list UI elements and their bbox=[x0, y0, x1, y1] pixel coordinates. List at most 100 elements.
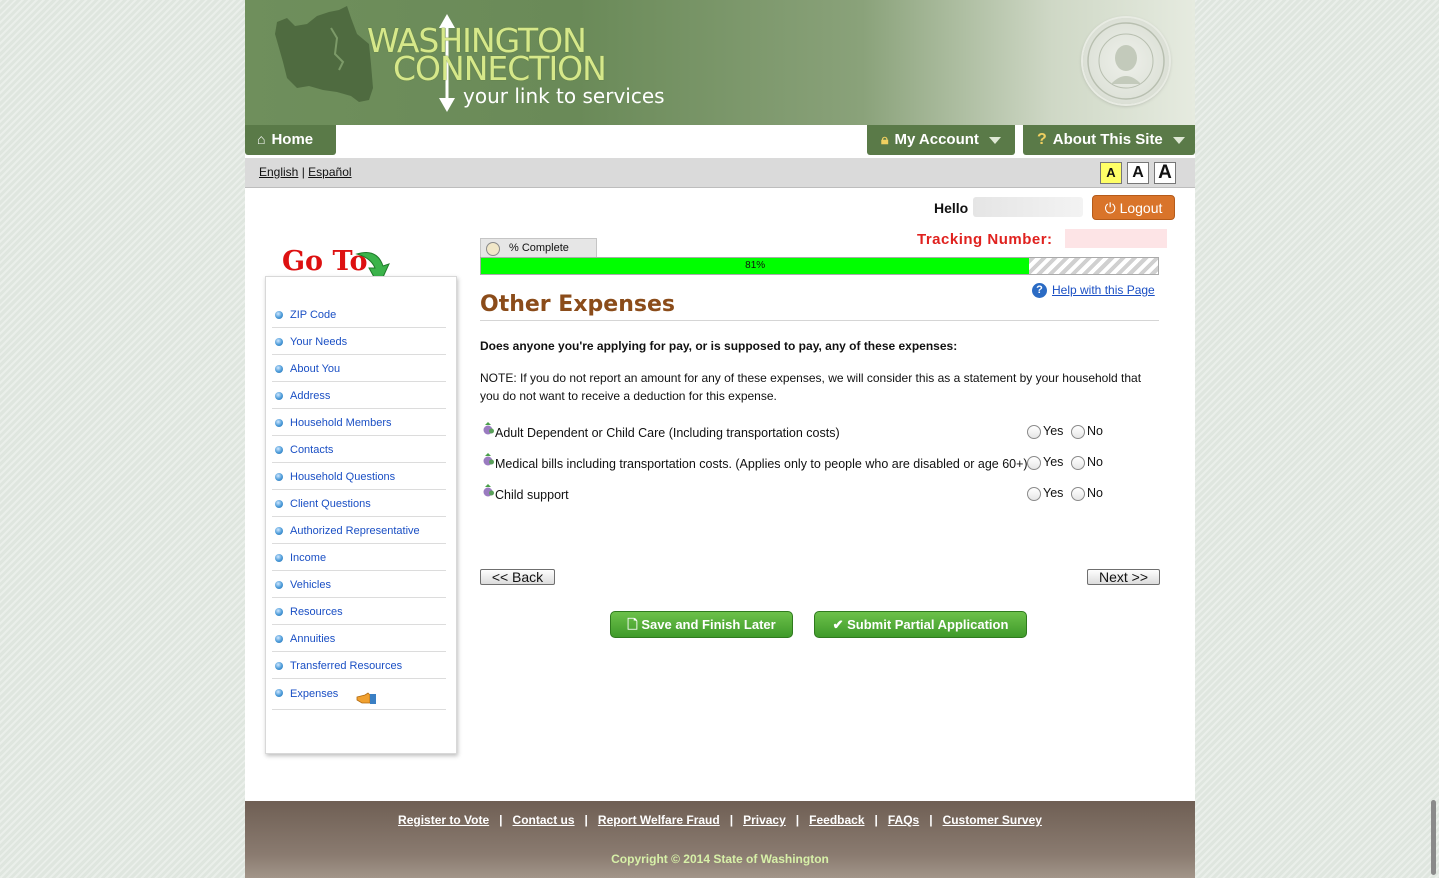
back-button[interactable]: << Back bbox=[480, 569, 555, 585]
chevron-down-icon bbox=[1172, 136, 1185, 144]
no-label: No bbox=[1087, 455, 1103, 469]
bullet-icon bbox=[275, 662, 283, 670]
bullet-icon bbox=[275, 473, 283, 481]
no-radio[interactable] bbox=[1071, 425, 1085, 439]
font-size-large-button[interactable]: A bbox=[1154, 162, 1176, 184]
goto-item[interactable]: Authorized Representative bbox=[272, 517, 446, 544]
goto-item[interactable]: Expenses bbox=[272, 679, 446, 710]
expense-label: Child support bbox=[495, 488, 569, 502]
footer-link[interactable]: Contact us bbox=[513, 813, 575, 827]
goto-item-link[interactable]: Transferred Resources bbox=[290, 660, 402, 672]
goto-item-link[interactable]: Expenses bbox=[290, 688, 338, 700]
bullet-icon bbox=[275, 500, 283, 508]
save-label: Save and Finish Later bbox=[641, 617, 776, 632]
bullet-icon bbox=[275, 608, 283, 616]
goto-item[interactable]: Household Questions bbox=[272, 463, 446, 490]
submit-partial-application-button[interactable]: ✔ Submit Partial Application bbox=[814, 611, 1027, 638]
yes-radio[interactable] bbox=[1027, 487, 1041, 501]
document-icon: 🗋︎ bbox=[627, 617, 638, 632]
goto-item[interactable]: Contacts bbox=[272, 436, 446, 463]
help-link-label[interactable]: Help with this Page bbox=[1052, 283, 1155, 297]
progress-percent: 81% bbox=[745, 260, 766, 271]
font-size-medium-button[interactable]: A bbox=[1127, 162, 1149, 184]
expense-label: Adult Dependent or Child Care (Including… bbox=[495, 426, 840, 440]
goto-item[interactable]: ZIP Code bbox=[272, 301, 446, 328]
goto-item[interactable]: Annuities bbox=[272, 625, 446, 652]
goto-item-link[interactable]: About You bbox=[290, 363, 340, 375]
bullet-icon bbox=[275, 338, 283, 346]
no-radio[interactable] bbox=[1071, 456, 1085, 470]
goto-item[interactable]: About You bbox=[272, 355, 446, 382]
goto-item-link[interactable]: ZIP Code bbox=[290, 309, 336, 321]
footer-link[interactable]: Register to Vote bbox=[398, 813, 489, 827]
yes-radio[interactable] bbox=[1027, 425, 1041, 439]
lang-spanish[interactable]: Español bbox=[308, 165, 351, 179]
money-bag-icon bbox=[483, 484, 494, 497]
progress-tab-label: % Complete bbox=[509, 242, 569, 254]
goto-item-link[interactable]: Your Needs bbox=[290, 336, 347, 348]
goto-item-link[interactable]: Authorized Representative bbox=[290, 525, 420, 537]
bullet-icon bbox=[275, 554, 283, 562]
goto-item[interactable]: Household Members bbox=[272, 409, 446, 436]
goto-item[interactable]: Resources bbox=[272, 598, 446, 625]
progress-fill: 81% bbox=[481, 258, 1030, 274]
goto-item-link[interactable]: Contacts bbox=[290, 444, 333, 456]
yes-label: Yes bbox=[1043, 424, 1064, 438]
money-bag-icon bbox=[483, 453, 494, 466]
expense-row: Adult Dependent or Child Care (Including… bbox=[480, 422, 1160, 445]
footer-link[interactable]: Feedback bbox=[809, 813, 864, 827]
no-label: No bbox=[1087, 486, 1103, 500]
page-scrollbar-thumb[interactable] bbox=[1431, 800, 1436, 875]
goto-item-link[interactable]: Client Questions bbox=[290, 498, 371, 510]
goto-item[interactable]: Income bbox=[272, 544, 446, 571]
money-bag-icon bbox=[483, 422, 494, 435]
goto-item-link[interactable]: Household Members bbox=[290, 417, 392, 429]
lock-icon: 🔒︎ bbox=[881, 131, 889, 147]
footer-link[interactable]: Privacy bbox=[743, 813, 786, 827]
title-divider bbox=[480, 320, 1159, 321]
goto-item[interactable]: Vehicles bbox=[272, 571, 446, 598]
nav-about-this-site[interactable]: ? About This Site bbox=[1023, 125, 1195, 155]
hello-greeting: Hello bbox=[934, 200, 969, 216]
goto-item-link[interactable]: Resources bbox=[290, 606, 343, 618]
goto-sidebar: ZIP Code Your Needs About You Address Househ… bbox=[265, 276, 457, 754]
brand-connection: CONNECTION bbox=[393, 49, 607, 88]
lang-english[interactable]: English bbox=[259, 165, 298, 179]
goto-item-link[interactable]: Income bbox=[290, 552, 326, 564]
goto-item-link[interactable]: Household Questions bbox=[290, 471, 395, 483]
footer-links: Register to Vote | Contact us | Report Welfa… bbox=[245, 813, 1195, 827]
yes-radio[interactable] bbox=[1027, 456, 1041, 470]
footer-link[interactable]: FAQs bbox=[888, 813, 919, 827]
goto-item[interactable]: Transferred Resources bbox=[272, 652, 446, 679]
next-button[interactable]: Next >> bbox=[1087, 569, 1160, 585]
expense-question: Does anyone you're applying for pay, or … bbox=[480, 339, 958, 353]
nav-home[interactable]: ⌂ Home bbox=[245, 125, 336, 155]
goto-item[interactable]: Address bbox=[272, 382, 446, 409]
no-radio[interactable] bbox=[1071, 487, 1085, 501]
goto-item-link[interactable]: Annuities bbox=[290, 633, 335, 645]
font-size-small-button[interactable]: A bbox=[1100, 162, 1122, 184]
goto-item[interactable]: Client Questions bbox=[272, 490, 446, 517]
goto-item[interactable]: Your Needs bbox=[272, 328, 446, 355]
logout-button[interactable]: ⏻ Logout bbox=[1092, 195, 1175, 220]
nav-my-account[interactable]: 🔒︎ My Account bbox=[867, 125, 1015, 155]
footer-link[interactable]: Customer Survey bbox=[943, 813, 1042, 827]
help-icon: ? bbox=[1032, 283, 1047, 299]
footer-separator: | bbox=[929, 813, 933, 827]
home-icon: ⌂ bbox=[257, 131, 266, 147]
goto-item-link[interactable]: Address bbox=[290, 390, 330, 402]
footer-link[interactable]: Report Welfare Fraud bbox=[598, 813, 720, 827]
checkmark-icon: ✔ bbox=[832, 617, 844, 632]
power-icon: ⏻ bbox=[1104, 200, 1116, 216]
expense-row: Medical bills including transportation c… bbox=[480, 453, 1160, 476]
save-and-finish-later-button[interactable]: 🗋︎ Save and Finish Later bbox=[610, 611, 793, 638]
language-links: English | Español bbox=[259, 165, 352, 179]
bullet-icon bbox=[275, 689, 283, 697]
state-seal-icon bbox=[1083, 18, 1169, 104]
lang-separator: | bbox=[301, 165, 305, 179]
page-title: Other Expenses bbox=[480, 292, 675, 317]
logout-label: Logout bbox=[1119, 200, 1163, 216]
help-link[interactable]: ? Help with this Page bbox=[1032, 283, 1155, 299]
goto-item-link[interactable]: Vehicles bbox=[290, 579, 331, 591]
footer-separator: | bbox=[874, 813, 878, 827]
